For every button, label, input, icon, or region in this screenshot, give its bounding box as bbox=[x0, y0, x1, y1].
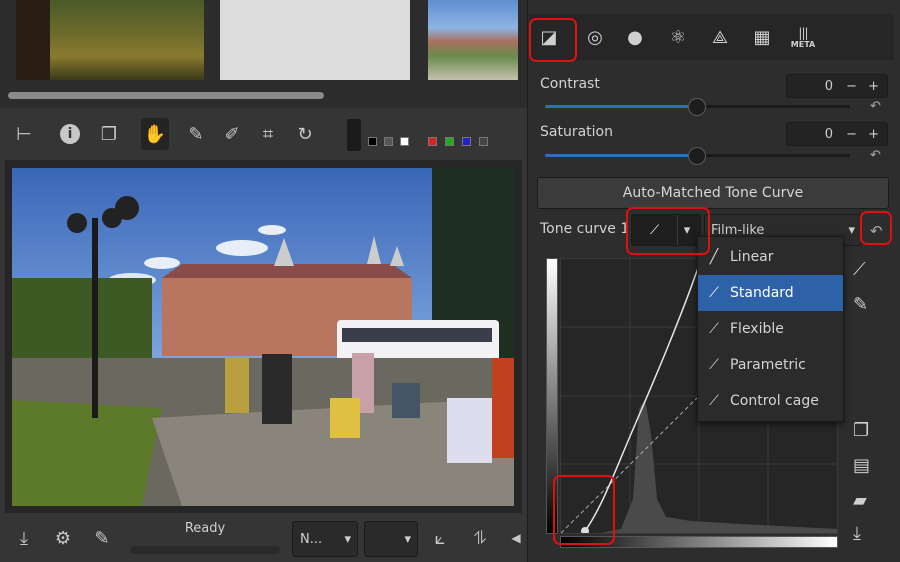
paste-icon[interactable]: ▤ bbox=[853, 455, 870, 476]
standard-icon: ⟋ bbox=[709, 285, 719, 301]
softproof-combo[interactable]: ▾ bbox=[364, 521, 418, 557]
minus-icon[interactable]: − bbox=[846, 79, 857, 94]
chevron-down-icon: ▾ bbox=[404, 531, 411, 547]
contrast-slider-fill bbox=[545, 105, 695, 108]
swatch-red[interactable] bbox=[428, 137, 437, 146]
contrast-slider-knob[interactable] bbox=[688, 98, 706, 116]
progress-bar bbox=[130, 546, 280, 554]
control-cage-icon: ⟋ bbox=[709, 393, 719, 409]
preview-photo[interactable] bbox=[12, 168, 514, 506]
filmstrip-thumbnail[interactable] bbox=[16, 0, 204, 80]
filmstrip-thumbnail[interactable] bbox=[428, 0, 518, 80]
highlight-exposure-tab bbox=[529, 18, 577, 62]
highlight-reset bbox=[860, 211, 892, 245]
saturation-slider-knob[interactable] bbox=[688, 147, 706, 165]
saturation-spinner[interactable]: 0 − + bbox=[786, 122, 888, 146]
contrast-label: Contrast bbox=[540, 76, 600, 92]
collapse-arrow-icon[interactable]: ◀ bbox=[509, 522, 523, 554]
curve-type-menu: ╱ Linear ⟋ Standard ⟋ Flexible ⟋ Paramet… bbox=[697, 236, 844, 422]
menu-item-linear[interactable]: ╱ Linear bbox=[698, 239, 843, 275]
swatch-luminance[interactable] bbox=[479, 137, 488, 146]
indicator-toggle[interactable] bbox=[347, 119, 361, 151]
crop-icon[interactable]: ⌗ bbox=[254, 118, 282, 150]
external-editor-icon[interactable]: ✎ bbox=[88, 522, 116, 554]
save-curve-icon[interactable]: ⤓ bbox=[853, 523, 861, 544]
contrast-slider-track[interactable] bbox=[695, 105, 850, 108]
plus-icon[interactable]: + bbox=[868, 127, 879, 142]
saturation-label: Saturation bbox=[540, 124, 613, 140]
white-balance-picker-icon[interactable]: ✐ bbox=[218, 118, 246, 150]
menu-item-flexible[interactable]: ⟋ Flexible bbox=[698, 311, 843, 347]
chevron-down-icon: ▾ bbox=[344, 531, 351, 547]
flexible-icon: ⟋ bbox=[709, 321, 719, 337]
swatch-gray[interactable] bbox=[384, 137, 393, 146]
open-folder-icon[interactable]: ▰ bbox=[853, 490, 867, 511]
auto-matched-tone-curve-button[interactable]: Auto-Matched Tone Curve bbox=[537, 177, 889, 209]
swatch-black[interactable] bbox=[368, 137, 377, 146]
rotate-icon[interactable]: ⟀ bbox=[426, 522, 454, 554]
color-tab-icon[interactable]: ● bbox=[618, 18, 652, 56]
photo-drawing bbox=[12, 168, 514, 506]
save-icon[interactable]: ⤓ bbox=[10, 522, 38, 554]
copy-icon[interactable]: ❐ bbox=[853, 420, 869, 441]
toggle-panel-icon[interactable]: ⊢ bbox=[10, 118, 38, 150]
metadata-tab-icon[interactable]: ||| META bbox=[786, 18, 820, 56]
swatch-white[interactable] bbox=[400, 137, 409, 146]
add-point-icon[interactable]: ⟋ bbox=[853, 259, 866, 280]
parametric-icon: ⟋ bbox=[709, 357, 719, 373]
hand-tool-icon[interactable]: ✋ bbox=[141, 118, 169, 150]
straighten-icon[interactable]: ↻ bbox=[291, 118, 319, 150]
color-picker-icon[interactable]: ✎ bbox=[182, 118, 210, 150]
filmstrip-thumbnail[interactable] bbox=[220, 0, 410, 80]
queue-icon[interactable]: ⚙ bbox=[49, 522, 77, 554]
profile-combo-value: N... bbox=[300, 531, 323, 547]
status-text: Ready bbox=[184, 521, 226, 536]
menu-item-control-cage[interactable]: ⟋ Control cage bbox=[698, 383, 843, 419]
before-after-icon[interactable]: ❐ bbox=[95, 118, 123, 150]
filmstrip-scrollbar[interactable] bbox=[8, 92, 324, 99]
profile-combo[interactable]: N... ▾ bbox=[292, 521, 358, 557]
menu-item-parametric[interactable]: ⟋ Parametric bbox=[698, 347, 843, 383]
tone-curve-label: Tone curve 1: bbox=[540, 221, 634, 237]
flip-icon[interactable]: ⥮ bbox=[466, 522, 494, 554]
menu-item-standard[interactable]: ⟋ Standard bbox=[698, 275, 843, 311]
contrast-spinner[interactable]: 0 − + bbox=[786, 74, 888, 98]
saturation-slider-fill bbox=[545, 154, 695, 157]
contrast-value: 0 bbox=[824, 78, 833, 94]
raw-tab-icon[interactable]: ▦ bbox=[745, 18, 779, 56]
saturation-slider-track[interactable] bbox=[695, 154, 850, 157]
saturation-value: 0 bbox=[824, 126, 833, 142]
swatch-blue[interactable] bbox=[462, 137, 471, 146]
swatch-green[interactable] bbox=[445, 137, 454, 146]
advanced-tab-icon[interactable]: ⚛ bbox=[661, 18, 695, 56]
edit-point-icon[interactable]: ✎ bbox=[853, 294, 868, 315]
info-icon[interactable]: i bbox=[56, 118, 84, 150]
saturation-reset-icon[interactable]: ↶ bbox=[870, 148, 881, 163]
highlight-curve-type bbox=[626, 207, 710, 255]
chevron-down-icon: ▾ bbox=[848, 222, 855, 238]
plus-icon[interactable]: + bbox=[868, 79, 879, 94]
highlight-control-point bbox=[553, 475, 615, 545]
detail-tab-icon[interactable]: ◎ bbox=[578, 18, 612, 56]
minus-icon[interactable]: − bbox=[846, 127, 857, 142]
contrast-reset-icon[interactable]: ↶ bbox=[870, 99, 881, 114]
transform-tab-icon[interactable]: ⟁ bbox=[703, 18, 737, 56]
